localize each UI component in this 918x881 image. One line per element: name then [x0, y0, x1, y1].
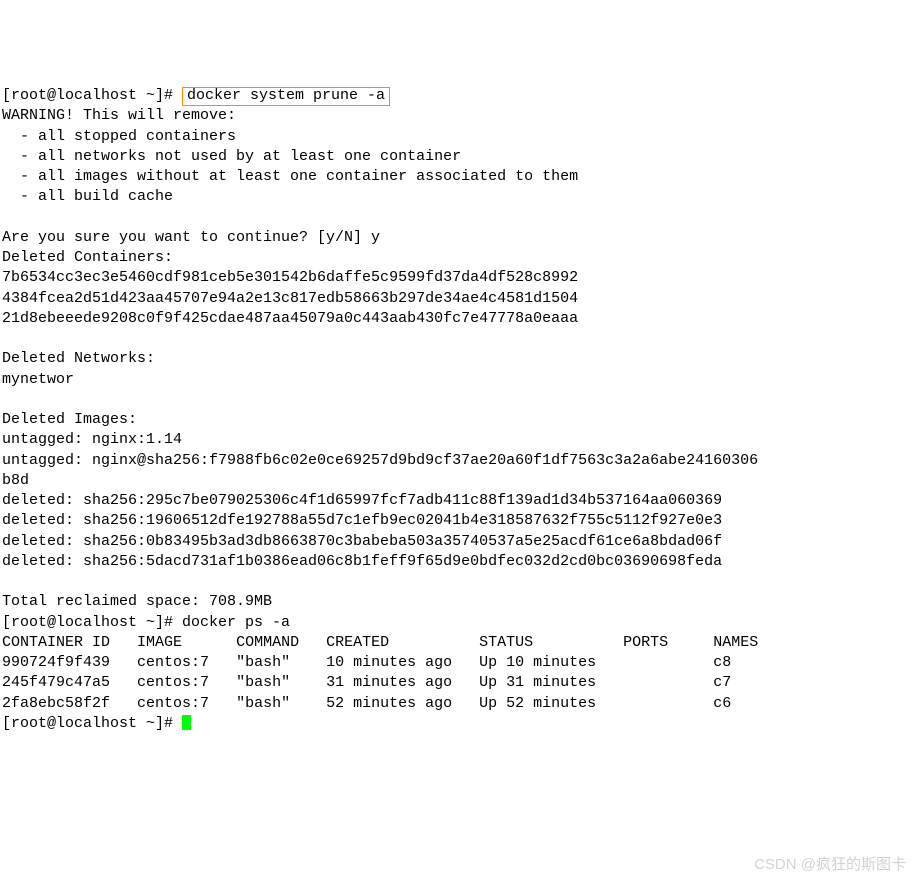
- deleted-networks-header: Deleted Networks:: [2, 350, 155, 367]
- col-id: CONTAINER ID: [2, 634, 110, 651]
- image-line: deleted: sha256:0b83495b3ad3db8663870c3b…: [2, 533, 722, 550]
- deleted-images-header: Deleted Images:: [2, 411, 137, 428]
- reclaimed-space: Total reclaimed space: 708.9MB: [2, 593, 272, 610]
- col-command: COMMAND: [236, 634, 299, 651]
- terminal-output: [root@localhost ~]# docker system prune …: [2, 86, 916, 734]
- warning-header: WARNING! This will remove:: [2, 107, 236, 124]
- cell-status: Up 10 minutes: [479, 654, 596, 671]
- cell-status: Up 31 minutes: [479, 674, 596, 691]
- col-names: NAMES: [713, 634, 758, 651]
- table-row: 245f479c47a5 centos:7 "bash" 31 minutes …: [2, 674, 731, 691]
- table-row: 990724f9f439 centos:7 "bash" 10 minutes …: [2, 654, 731, 671]
- image-line: deleted: sha256:19606512dfe192788a55d7c1…: [2, 512, 722, 529]
- col-image: IMAGE: [137, 634, 182, 651]
- col-status: STATUS: [479, 634, 533, 651]
- image-line: untagged: nginx@sha256:f7988fb6c02e0ce69…: [2, 452, 758, 469]
- cell-command: "bash": [236, 695, 290, 712]
- deleted-containers-header: Deleted Containers:: [2, 249, 173, 266]
- warning-item: - all build cache: [2, 188, 173, 205]
- watermark: CSDN @疯狂的斯图卡: [754, 855, 906, 875]
- cell-names: c7: [713, 674, 731, 691]
- cell-image: centos:7: [137, 695, 209, 712]
- highlighted-command: docker system prune -a: [182, 87, 390, 106]
- image-line: untagged: nginx:1.14: [2, 431, 182, 448]
- image-line: b8d: [2, 472, 29, 489]
- container-hash: 4384fcea2d51d423aa45707e94a2e13c817edb58…: [2, 290, 578, 307]
- shell-prompt: [root@localhost ~]#: [2, 87, 182, 104]
- cursor[interactable]: [182, 715, 191, 730]
- cell-command: "bash": [236, 654, 290, 671]
- table-row: 2fa8ebc58f2f centos:7 "bash" 52 minutes …: [2, 695, 731, 712]
- cell-id: 990724f9f439: [2, 654, 110, 671]
- cell-status: Up 52 minutes: [479, 695, 596, 712]
- col-created: CREATED: [326, 634, 389, 651]
- col-ports: PORTS: [623, 634, 668, 651]
- warning-item: - all networks not used by at least one …: [2, 148, 461, 165]
- cell-created: 10 minutes ago: [326, 654, 452, 671]
- image-line: deleted: sha256:5dacd731af1b0386ead06c8b…: [2, 553, 722, 570]
- cell-created: 52 minutes ago: [326, 695, 452, 712]
- warning-item: - all stopped containers: [2, 128, 236, 145]
- cell-image: centos:7: [137, 654, 209, 671]
- image-line: deleted: sha256:295c7be079025306c4f1d659…: [2, 492, 722, 509]
- cell-names: c6: [713, 695, 731, 712]
- cell-id: 245f479c47a5: [2, 674, 110, 691]
- ps-header: CONTAINER ID IMAGE COMMAND CREATED STATU…: [2, 634, 758, 651]
- container-hash: 7b6534cc3ec3e5460cdf981ceb5e301542b6daff…: [2, 269, 578, 286]
- cell-image: centos:7: [137, 674, 209, 691]
- cell-command: "bash": [236, 674, 290, 691]
- cell-created: 31 minutes ago: [326, 674, 452, 691]
- cell-names: c8: [713, 654, 731, 671]
- cell-id: 2fa8ebc58f2f: [2, 695, 110, 712]
- network-name: mynetwor: [2, 371, 74, 388]
- shell-prompt-line: [root@localhost ~]# docker ps -a: [2, 614, 290, 631]
- warning-item: - all images without at least one contai…: [2, 168, 578, 185]
- shell-prompt[interactable]: [root@localhost ~]#: [2, 715, 182, 732]
- confirm-prompt: Are you sure you want to continue? [y/N]…: [2, 229, 380, 246]
- container-hash: 21d8ebeeede9208c0f9f425cdae487aa45079a0c…: [2, 310, 578, 327]
